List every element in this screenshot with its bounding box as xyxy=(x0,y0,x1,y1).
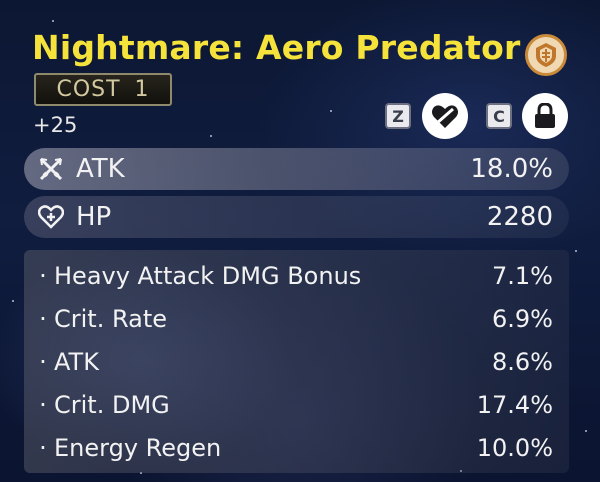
substat-label: Heavy Attack DMG Bonus xyxy=(54,261,362,290)
substat-value: 8.6% xyxy=(492,347,553,376)
star xyxy=(330,110,332,112)
star xyxy=(52,20,54,22)
crossed-swords-icon xyxy=(38,156,68,182)
main-stat-atk: ATK 18.0% xyxy=(24,148,569,190)
main-stat-value: 18.0% xyxy=(470,154,553,184)
substat-list: · Heavy Attack DMG Bonus 7.1% · Crit. Ra… xyxy=(24,250,569,473)
bullet-icon: · xyxy=(39,261,47,290)
cost-value: 1 xyxy=(134,77,150,102)
substat-label: ATK xyxy=(54,347,99,376)
substat-value: 6.9% xyxy=(492,304,553,333)
star xyxy=(585,430,587,432)
echo-title: Nightmare: Aero Predator xyxy=(32,28,521,67)
echo-level: +25 xyxy=(33,113,78,137)
broken-heart-icon xyxy=(432,105,458,128)
star xyxy=(12,300,14,302)
substat-row: · Heavy Attack DMG Bonus 7.1% xyxy=(24,254,569,297)
sonata-emblem-icon[interactable] xyxy=(525,34,567,76)
star xyxy=(210,135,212,137)
cost-badge: COST 1 xyxy=(34,73,172,106)
bullet-icon: · xyxy=(39,347,47,376)
substat-row: · Crit. Rate 6.9% xyxy=(24,297,569,340)
substat-label: Crit. DMG xyxy=(54,390,170,419)
substat-row: · Crit. DMG 17.4% xyxy=(24,383,569,426)
substat-row: · ATK 8.6% xyxy=(24,340,569,383)
discard-key-hint: Z xyxy=(385,103,411,129)
substat-label: Crit. Rate xyxy=(54,304,167,333)
substat-row: · Energy Regen 10.0% xyxy=(24,426,569,469)
bullet-icon: · xyxy=(39,304,47,333)
bullet-icon: · xyxy=(39,390,47,419)
substat-value: 17.4% xyxy=(476,390,553,419)
lock-key-hint: C xyxy=(486,103,512,129)
main-stat-label: HP xyxy=(76,202,112,232)
heart-plus-icon xyxy=(38,205,68,229)
cost-label: COST xyxy=(56,77,121,102)
lock-button[interactable] xyxy=(522,93,568,139)
discard-button[interactable] xyxy=(422,93,468,139)
substat-value: 10.0% xyxy=(476,433,553,462)
bullet-icon: · xyxy=(39,433,47,462)
main-stat-hp: HP 2280 xyxy=(24,196,569,238)
lock-icon xyxy=(535,103,555,128)
substat-value: 7.1% xyxy=(492,261,553,290)
star xyxy=(575,250,577,252)
substat-label: Energy Regen xyxy=(54,433,222,462)
main-stat-label: ATK xyxy=(76,154,125,184)
main-stat-value: 2280 xyxy=(486,202,553,232)
